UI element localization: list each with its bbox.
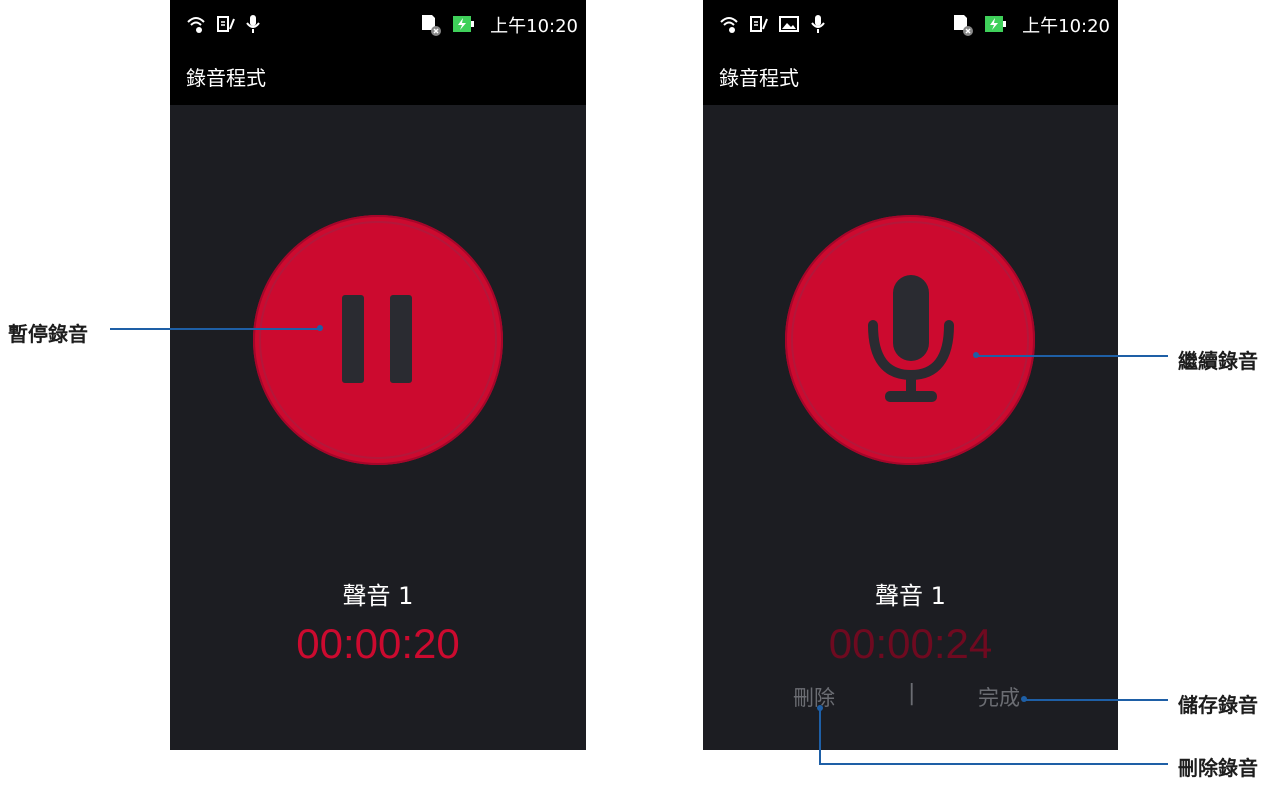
resume-recording-button[interactable]	[785, 215, 1035, 465]
recording-name: 聲音 1	[342, 582, 414, 610]
recorder-screen-paused: 上午10:20 錄音程式 聲音 1 00:00:24 刪除 | 完成	[703, 0, 1118, 750]
callout-pause-dot	[317, 325, 323, 331]
callout-resume-line	[976, 355, 1168, 357]
microphone-status-icon	[811, 15, 825, 33]
status-bar: 上午10:20	[703, 0, 1118, 50]
callout-delete-line-horizontal	[819, 763, 1168, 765]
app-title: 錄音程式	[719, 66, 799, 90]
notification-icon	[217, 16, 235, 32]
pause-recording-button[interactable]	[253, 215, 503, 465]
wifi-icon	[720, 17, 738, 33]
callout-delete-label: 刪除錄音	[1178, 756, 1258, 780]
app-title: 錄音程式	[186, 66, 266, 90]
battery-charging-icon	[453, 16, 474, 32]
recording-name: 聲音 1	[875, 582, 946, 610]
action-bar: 錄音程式	[170, 50, 586, 105]
status-time: 上午10:20	[1022, 16, 1110, 37]
microphone-status-icon	[246, 15, 260, 33]
status-bar: 上午10:20	[170, 0, 586, 50]
callout-save-line	[1024, 699, 1168, 701]
done-button[interactable]: 完成	[978, 682, 1020, 712]
action-divider: |	[908, 681, 916, 706]
battery-charging-icon	[985, 16, 1006, 32]
recording-timer: 00:00:24	[828, 620, 993, 667]
wifi-icon	[187, 17, 205, 33]
callout-save-label: 儲存錄音	[1178, 693, 1258, 717]
callout-pause-line	[110, 328, 320, 330]
recorder-screen-recording: 上午10:20 錄音程式 聲音 1 00:00:20	[170, 0, 586, 750]
action-bar: 錄音程式	[703, 50, 1118, 105]
microphone-icon	[868, 275, 954, 402]
status-time: 上午10:20	[490, 16, 578, 37]
sd-card-icon	[954, 15, 973, 36]
notification-icon	[750, 16, 768, 32]
callout-pause-label: 暫停錄音	[8, 322, 88, 346]
sd-card-icon	[422, 15, 441, 36]
image-icon	[779, 16, 799, 32]
button-ring	[259, 221, 497, 459]
callout-delete-line-vertical	[819, 708, 821, 764]
recording-timer: 00:00:20	[296, 620, 460, 667]
delete-button[interactable]: 刪除	[793, 682, 835, 712]
callout-resume-label: 繼續錄音	[1178, 349, 1258, 373]
